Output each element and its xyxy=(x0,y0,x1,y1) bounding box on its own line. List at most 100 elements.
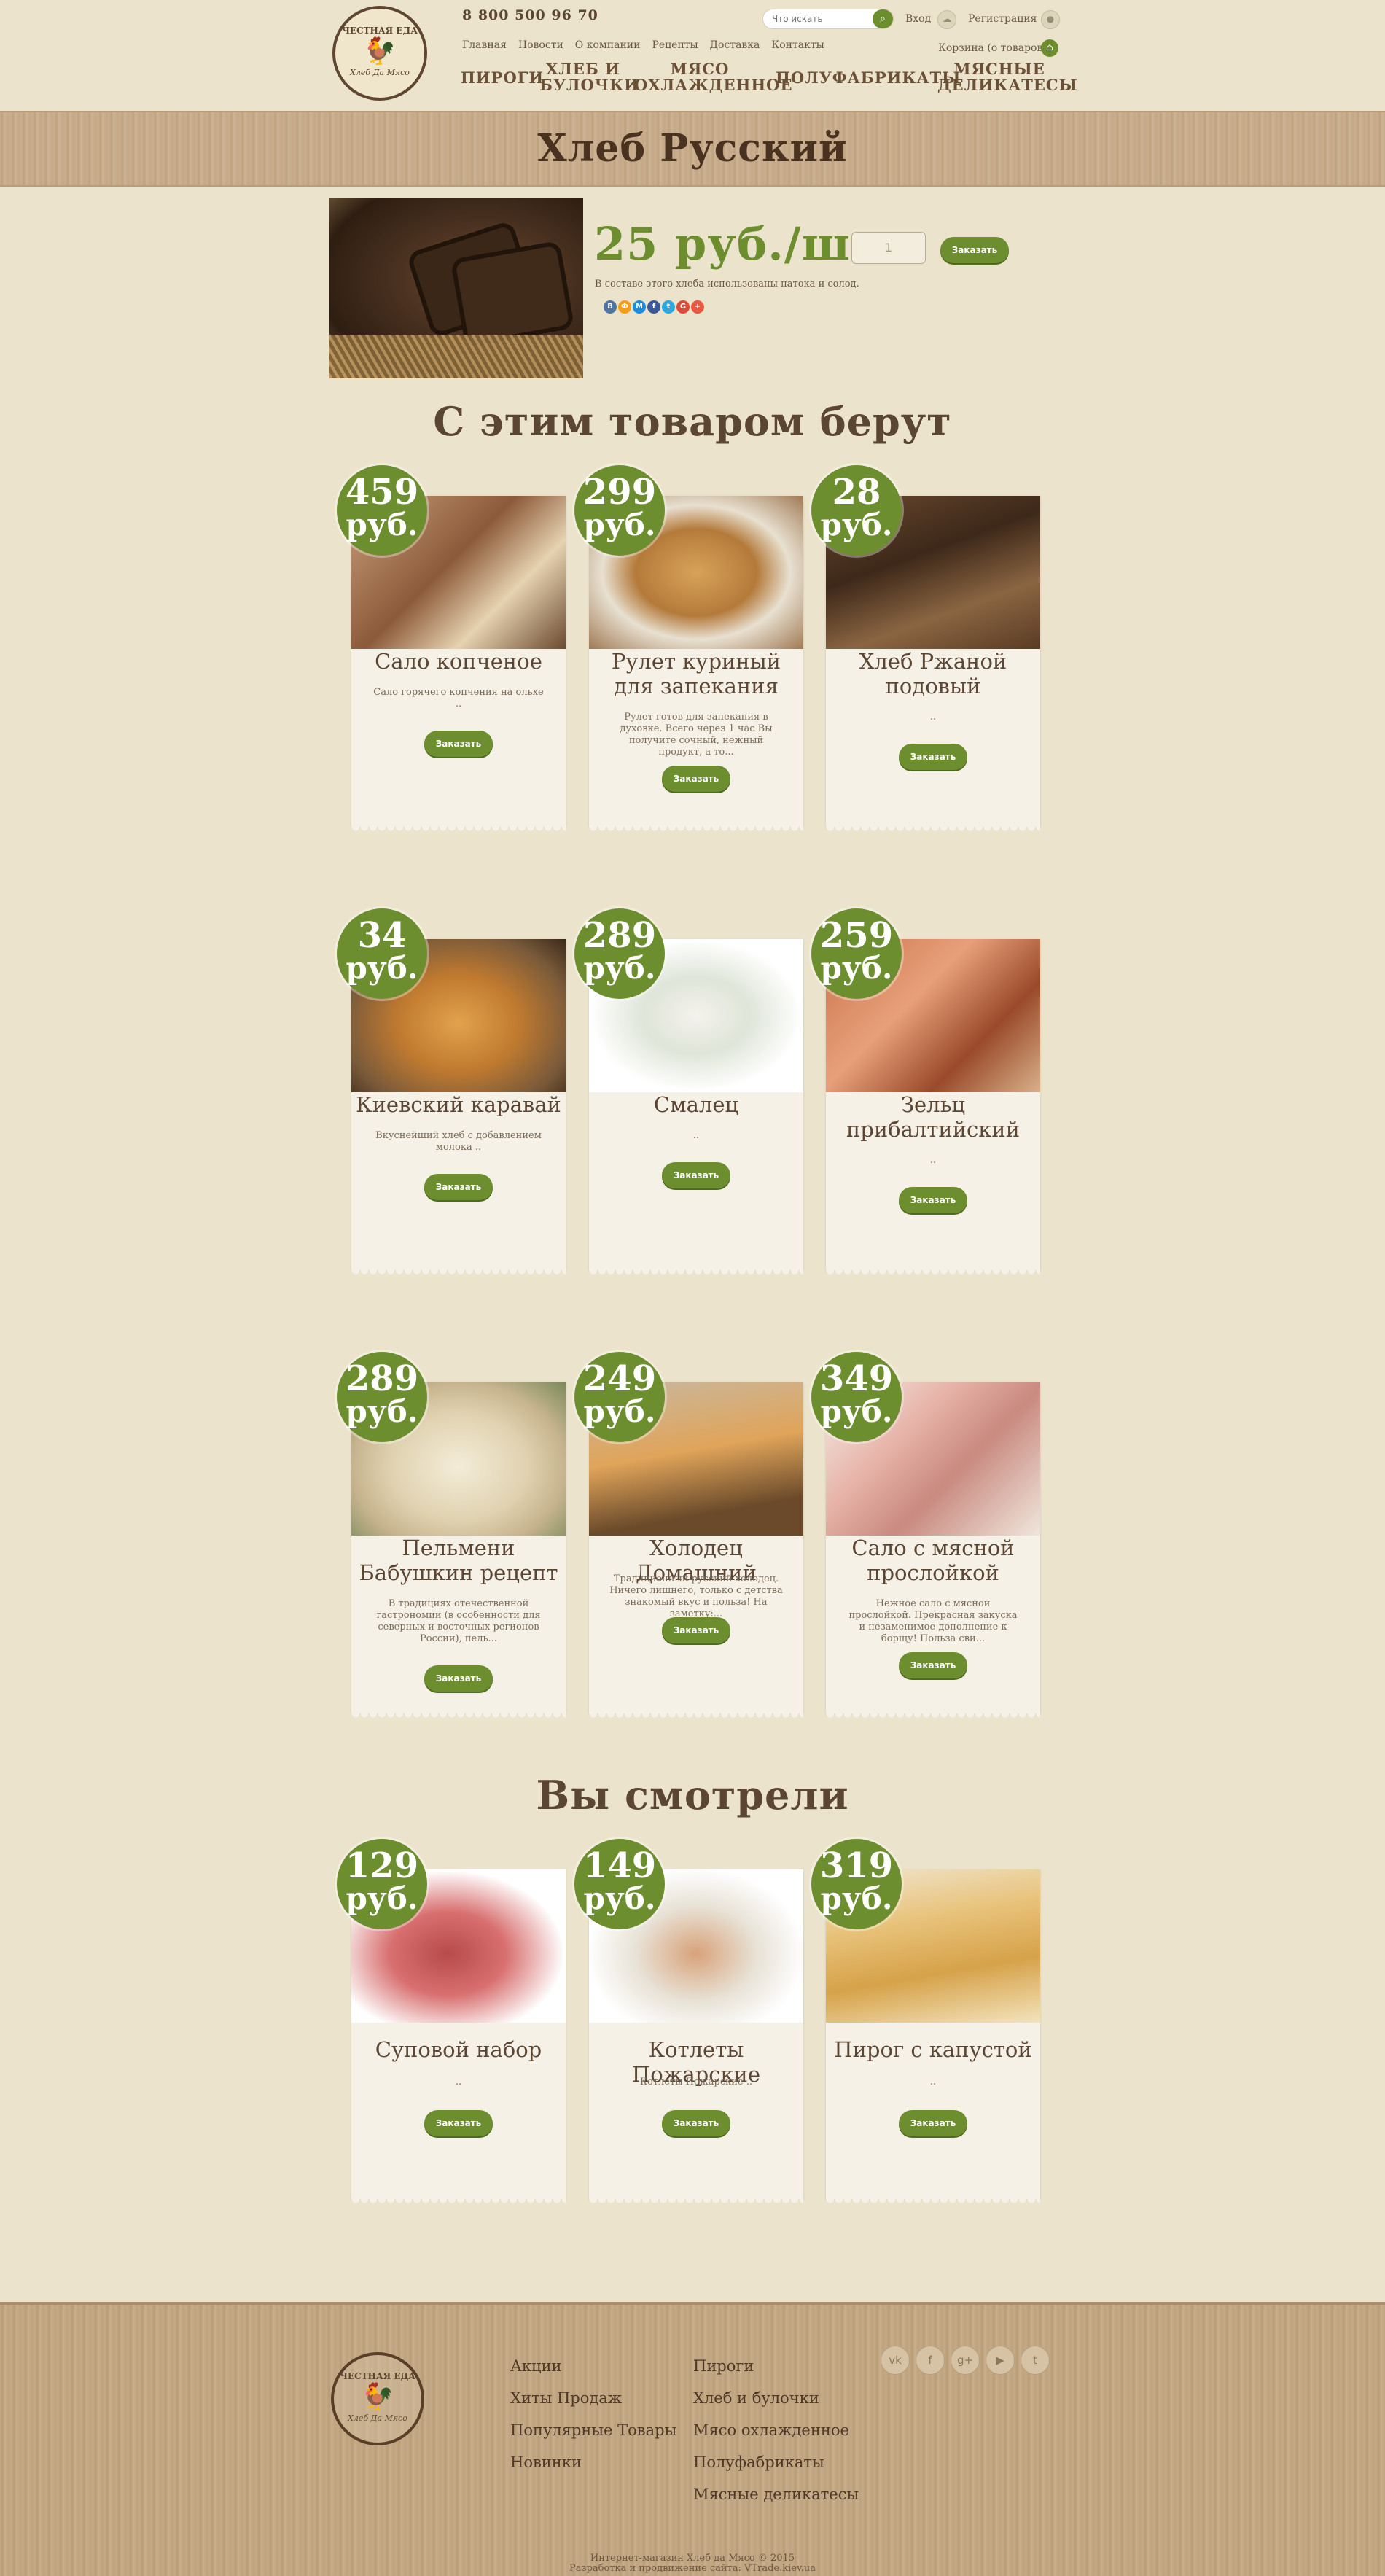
price-badge: 319 руб. xyxy=(811,1839,902,1929)
price-currency: руб. xyxy=(820,1880,893,1916)
order-button[interactable]: Заказать xyxy=(662,766,730,792)
price-value: 289 xyxy=(582,915,657,956)
footer-link-delicacies[interactable]: Мясные деликатесы xyxy=(693,2478,859,2510)
top-navigation: Главная Новости О компании Рецепты Доста… xyxy=(462,39,824,51)
topnav-about[interactable]: О компании xyxy=(575,39,641,51)
price-currency: руб. xyxy=(583,507,656,542)
google-icon[interactable]: G xyxy=(676,300,690,314)
related-product-description: .. xyxy=(929,712,937,723)
cart-icon[interactable]: ⌂ xyxy=(1041,39,1058,57)
footer-link-new[interactable]: Новинки xyxy=(510,2446,676,2478)
footer-social: vk f g+ ▶ t xyxy=(881,2346,1050,2375)
twitter-icon[interactable]: t xyxy=(1021,2346,1050,2375)
logo-bottom-text: Хлеб Да Мясо xyxy=(350,67,410,77)
topnav-contacts[interactable]: Контакты xyxy=(771,39,824,51)
price-badge: 259 руб. xyxy=(811,908,902,999)
related-product-description: .. xyxy=(692,1130,700,1141)
mainnav-chilled-meat[interactable]: МЯСО ОХЛАЖДЕННОЕ xyxy=(634,61,792,93)
order-button[interactable]: Заказать xyxy=(940,237,1009,263)
mainnav-bread[interactable]: ХЛЕБ И БУЛОЧКИ xyxy=(539,61,639,93)
main-navigation: ПИРОГИ ХЛЕБ И БУЛОЧКИ МЯСО ОХЛАЖДЕННОЕ П… xyxy=(452,61,1077,98)
footer-logo[interactable]: ЧЕСТНАЯ ЕДА 🐓 Хлеб Да Мясо xyxy=(331,2352,424,2445)
price-badge: 289 руб. xyxy=(337,1352,427,1442)
odnoklassniki-icon[interactable]: Ф xyxy=(618,300,631,314)
footer-link-bread[interactable]: Хлеб и булочки xyxy=(693,2382,859,2414)
related-product-name[interactable]: Сало копченое xyxy=(351,649,566,674)
order-button[interactable]: Заказать xyxy=(899,744,967,770)
search-box: ⌕ xyxy=(762,9,894,29)
order-button[interactable]: Заказать xyxy=(899,2110,967,2136)
footer-developer: Разработка и продвижение сайта: VTrade.k… xyxy=(569,2563,816,2574)
footer-col-categories: Пироги Хлеб и булочки Мясо охлажденное П… xyxy=(693,2350,859,2510)
search-input[interactable] xyxy=(770,9,875,28)
logo-top-text: ЧЕСТНАЯ ЕДА xyxy=(341,25,418,36)
topnav-news[interactable]: Новости xyxy=(518,39,563,51)
user-icon[interactable]: ● xyxy=(1041,10,1060,29)
logo-rooster-fork-icon: 🐓 xyxy=(363,36,397,66)
phone-number: 8 800 500 96 70 xyxy=(462,7,598,23)
site-logo[interactable]: ЧЕСТНАЯ ЕДА 🐓 Хлеб Да Мясо xyxy=(332,6,427,101)
footer-link-chilled-meat[interactable]: Мясо охлажденное xyxy=(693,2414,859,2446)
related-product-name[interactable]: Хлеб Ржаной подовый xyxy=(826,649,1040,699)
footer-copyright: Интернет-магазин Хлеб да Мясо © 2015 xyxy=(590,2553,795,2564)
product-price: 25 руб./шт xyxy=(594,217,880,271)
price-badge: 129 руб. xyxy=(337,1839,427,1929)
price-badge: 459 руб. xyxy=(337,465,427,556)
price-currency: руб. xyxy=(583,1393,656,1429)
price-value: 149 xyxy=(582,1845,657,1886)
order-button[interactable]: Заказать xyxy=(662,1162,730,1188)
related-product-name[interactable]: Рулет куриный для запекания xyxy=(589,649,803,699)
share-more-icon[interactable]: + xyxy=(691,300,704,314)
price-badge: 149 руб. xyxy=(574,1839,665,1929)
topnav-delivery[interactable]: Доставка xyxy=(710,39,760,51)
footer-link-pies[interactable]: Пироги xyxy=(693,2350,859,2382)
search-icon[interactable]: ⌕ xyxy=(873,9,893,28)
viewed-product-name[interactable]: Суповой набор xyxy=(351,2037,566,2062)
viewed-product-name[interactable]: Пирог с капустой xyxy=(826,2037,1040,2062)
order-button[interactable]: Заказать xyxy=(662,1617,730,1643)
order-button[interactable]: Заказать xyxy=(899,1187,967,1213)
login-icon[interactable]: ☁ xyxy=(937,10,956,29)
order-button[interactable]: Заказать xyxy=(424,1174,493,1200)
price-currency: руб. xyxy=(820,950,893,986)
order-button[interactable]: Заказать xyxy=(662,2110,730,2136)
vk-icon[interactable]: vk xyxy=(881,2346,910,2375)
order-button[interactable]: Заказать xyxy=(424,731,493,757)
footer-link-bestsellers[interactable]: Хиты Продаж xyxy=(510,2382,676,2414)
vkontakte-icon[interactable]: В xyxy=(604,300,617,314)
youtube-icon[interactable]: ▶ xyxy=(986,2346,1015,2375)
price-badge: 349 руб. xyxy=(811,1352,902,1442)
topnav-home[interactable]: Главная xyxy=(462,39,507,51)
login-link[interactable]: Вход xyxy=(905,13,931,25)
related-product-description: Вкуснейший хлеб с добавлением молока .. xyxy=(375,1130,542,1153)
related-product-name[interactable]: Смалец xyxy=(589,1092,803,1117)
google-plus-icon[interactable]: g+ xyxy=(951,2346,980,2375)
order-button[interactable]: Заказать xyxy=(899,1652,967,1678)
price-currency: руб. xyxy=(346,507,418,542)
facebook-icon[interactable]: f xyxy=(647,300,660,314)
facebook-icon[interactable]: f xyxy=(916,2346,945,2375)
footer-link-semi-finished[interactable]: Полуфабрикаты xyxy=(693,2446,859,2478)
order-button[interactable]: Заказать xyxy=(424,1665,493,1692)
footer-link-popular[interactable]: Популярные Товары xyxy=(510,2414,676,2446)
mainnav-pies[interactable]: ПИРОГИ xyxy=(461,70,544,86)
related-product-name[interactable]: Пельмени Бабушкин рецепт xyxy=(351,1536,566,1585)
cart-link[interactable]: Корзина (о товаров) xyxy=(938,42,1047,54)
related-product-name[interactable]: Киевский каравай xyxy=(351,1092,566,1117)
mailru-icon[interactable]: M xyxy=(633,300,646,314)
footer-col-links: Акции Хиты Продаж Популярные Товары Нови… xyxy=(510,2350,676,2478)
twitter-icon[interactable]: t xyxy=(662,300,675,314)
related-product-description: Рулет готов для запекания в духовке. Все… xyxy=(620,712,773,758)
related-product-name[interactable]: Сало с мясной прослойкой xyxy=(826,1536,1040,1585)
topnav-recipes[interactable]: Рецепты xyxy=(652,39,698,51)
mainnav-delicacies[interactable]: МЯСНЫЕ ДЕЛИКАТЕСЫ xyxy=(937,61,1077,93)
register-link[interactable]: Регистрация xyxy=(968,13,1037,25)
related-product-description: В традициях отечественной гастрономии (в… xyxy=(376,1598,541,1644)
order-button[interactable]: Заказать xyxy=(424,2110,493,2136)
related-product-description: Нежное сало с мясной прослойкой. Прекрас… xyxy=(848,1598,1018,1644)
mainnav-semi-finished[interactable]: ПОЛУФАБРИКАТЫ xyxy=(776,70,961,86)
related-product-name[interactable]: Зельц прибалтийский xyxy=(826,1092,1040,1142)
price-value: 459 xyxy=(345,472,419,513)
quantity-input[interactable]: 1 xyxy=(851,232,926,264)
footer-link-promotions[interactable]: Акции xyxy=(510,2350,676,2382)
